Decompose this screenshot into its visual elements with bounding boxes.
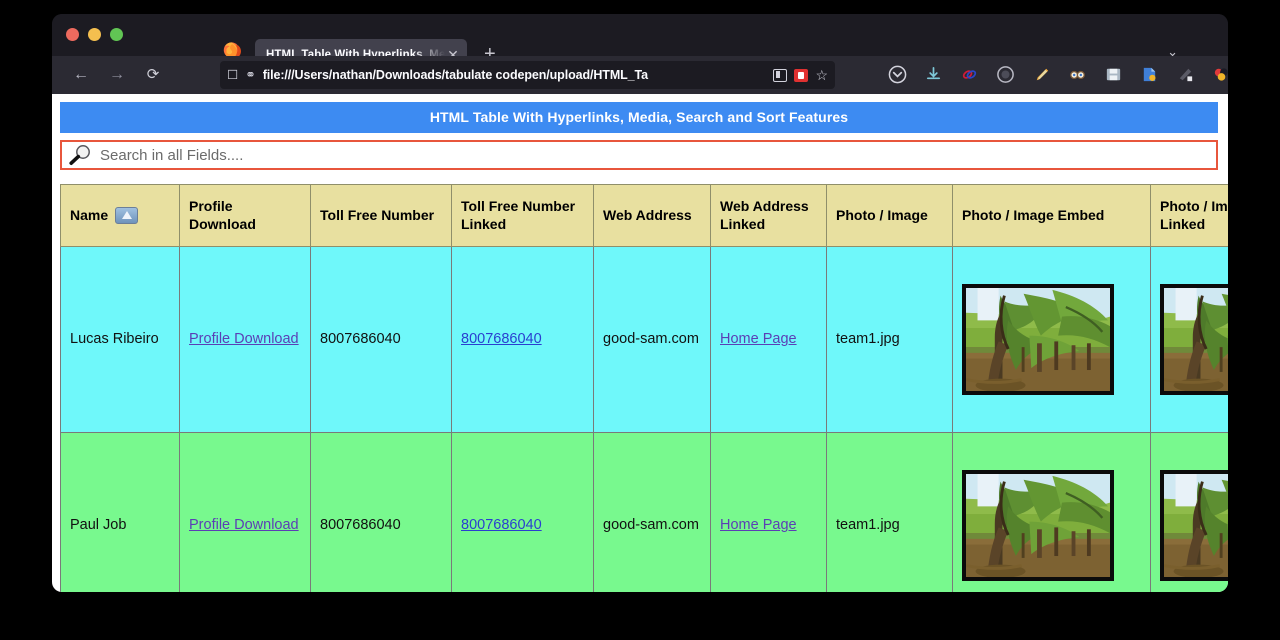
- maximize-window-button[interactable]: [110, 28, 123, 41]
- circle-extension-icon[interactable]: [996, 65, 1015, 84]
- cell-name: Paul Job: [61, 433, 180, 593]
- column-header-name[interactable]: Name: [61, 185, 180, 247]
- window-controls: [66, 28, 123, 41]
- toll-free-number-link[interactable]: 8007686040: [461, 517, 542, 533]
- forward-button[interactable]: →: [106, 65, 128, 85]
- column-header-photo-image[interactable]: Photo / Image: [827, 185, 953, 247]
- pocket-save-icon[interactable]: [794, 69, 808, 82]
- document-extension-icon[interactable]: [1140, 65, 1159, 84]
- cell-toll-free-number: 8007686040: [311, 247, 452, 433]
- page-content: HTML Table With Hyperlinks, Media, Searc…: [52, 94, 1226, 592]
- glasses-extension-icon[interactable]: [1068, 65, 1087, 84]
- back-button[interactable]: ←: [70, 65, 92, 85]
- cell-name: Lucas Ribeiro: [61, 247, 180, 433]
- forest-photo-image: [962, 470, 1114, 581]
- column-header-photo-image-embed-linked[interactable]: Photo / Image Embed and Linked: [1151, 185, 1229, 247]
- page-document-icon: ☐: [227, 69, 238, 82]
- column-header-photo-image-embed[interactable]: Photo / Image Embed: [953, 185, 1151, 247]
- toll-free-number-link[interactable]: 8007686040: [461, 331, 542, 347]
- minimize-window-button[interactable]: [88, 28, 101, 41]
- navigation-toolbar: ← → ⟳ ☐ ⚭ file:///Users/nathan/Downloads…: [52, 56, 1228, 94]
- brush-extension-icon[interactable]: [1176, 65, 1195, 84]
- downloads-icon[interactable]: [924, 65, 943, 84]
- cell-photo-image: team1.jpg: [827, 247, 953, 433]
- extensions-toolbar: [888, 65, 1228, 84]
- close-window-button[interactable]: [66, 28, 79, 41]
- column-header-label: Name: [70, 207, 108, 223]
- cell-toll-free-number-linked: 8007686040: [452, 433, 594, 593]
- reader-view-icon[interactable]: [773, 69, 787, 82]
- column-header-toll-free-number-linked[interactable]: Toll Free Number Linked: [452, 185, 594, 247]
- cell-web-address-linked: Home Page: [711, 247, 827, 433]
- address-bar[interactable]: ☐ ⚭ file:///Users/nathan/Downloads/tabul…: [220, 61, 835, 89]
- profile-download-link[interactable]: Profile Download: [189, 331, 299, 347]
- save-disk-extension-icon[interactable]: [1104, 65, 1123, 84]
- color-palette-extension-icon[interactable]: [1212, 65, 1228, 84]
- reload-button[interactable]: ⟳: [142, 65, 164, 85]
- table-row: Lucas Ribeiro Profile Download 800768604…: [61, 247, 1229, 433]
- home-page-link[interactable]: Home Page: [720, 517, 797, 533]
- cell-toll-free-number: 8007686040: [311, 433, 452, 593]
- search-input[interactable]: [98, 142, 1216, 168]
- page-viewport: HTML Table With Hyperlinks, Media, Searc…: [52, 94, 1228, 592]
- data-table: Name Profile Download Toll Free Number T…: [60, 184, 1228, 592]
- cell-web-address: good-sam.com: [594, 433, 711, 593]
- forest-photo-link[interactable]: [1160, 284, 1228, 395]
- table-header: Name Profile Download Toll Free Number T…: [61, 185, 1229, 247]
- table-header-row: Name Profile Download Toll Free Number T…: [61, 185, 1229, 247]
- cell-web-address-linked: Home Page: [711, 433, 827, 593]
- cell-photo-image: team1.jpg: [827, 433, 953, 593]
- forest-photo-image: [962, 284, 1114, 395]
- forest-photo-link[interactable]: [1160, 470, 1228, 581]
- cell-profile-download: Profile Download: [180, 433, 311, 593]
- bookmark-star-icon[interactable]: ☆: [815, 67, 828, 84]
- column-header-web-address-linked[interactable]: Web Address Linked: [711, 185, 827, 247]
- link-chain-extension-icon[interactable]: [960, 65, 979, 84]
- column-header-toll-free-number[interactable]: Toll Free Number: [311, 185, 452, 247]
- cell-web-address: good-sam.com: [594, 247, 711, 433]
- profile-download-link[interactable]: Profile Download: [189, 517, 299, 533]
- cell-toll-free-number-linked: 8007686040: [452, 247, 594, 433]
- cell-photo-embed: [953, 433, 1151, 593]
- table-body: Lucas Ribeiro Profile Download 800768604…: [61, 247, 1229, 593]
- sort-ascending-icon[interactable]: [115, 207, 138, 224]
- home-page-link[interactable]: Home Page: [720, 331, 797, 347]
- page-title: HTML Table With Hyperlinks, Media, Searc…: [60, 102, 1218, 133]
- cell-profile-download: Profile Download: [180, 247, 311, 433]
- cell-photo-embed: [953, 247, 1151, 433]
- cell-photo-embed-linked: [1151, 247, 1229, 433]
- cell-photo-embed-linked: [1151, 433, 1229, 593]
- browser-window: HTML Table With Hyperlinks, Media, ✕ + ⌄…: [52, 14, 1228, 592]
- table-row: Paul Job Profile Download 8007686040 800…: [61, 433, 1229, 593]
- url-text: file:///Users/nathan/Downloads/tabulate …: [263, 68, 767, 82]
- column-header-profile-download[interactable]: Profile Download: [180, 185, 311, 247]
- pencil-extension-icon[interactable]: [1032, 65, 1051, 84]
- column-header-web-address[interactable]: Web Address: [594, 185, 711, 247]
- site-permissions-icon[interactable]: ⚭: [245, 69, 255, 82]
- search-bar[interactable]: [60, 140, 1218, 170]
- pocket-extension-icon[interactable]: [888, 65, 907, 84]
- search-icon: [68, 144, 94, 166]
- tab-strip: HTML Table With Hyperlinks, Media, ✕ + ⌄: [52, 14, 1228, 56]
